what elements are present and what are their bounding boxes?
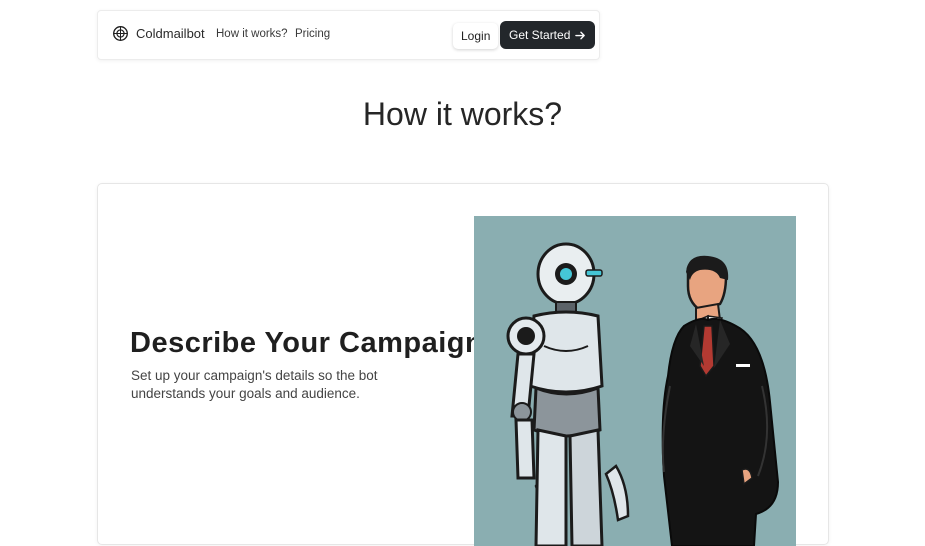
nav-link-how-it-works[interactable]: How it works? — [216, 28, 288, 40]
section-title: How it works? — [362, 96, 563, 132]
bot-head-icon — [113, 26, 128, 41]
robot-figure — [506, 242, 630, 546]
get-started-button[interactable]: Get Started — [500, 21, 596, 49]
login-button[interactable]: Login — [453, 23, 499, 49]
arrow-right-icon — [575, 31, 586, 39]
login-button-label: Login — [461, 29, 491, 43]
robot-and-businessman-illustration — [474, 216, 796, 546]
brand-name: Coldmailbot — [136, 26, 205, 41]
feature-title: Describe Your Campaign — [130, 327, 484, 359]
nav-link-pricing[interactable]: Pricing — [295, 28, 330, 40]
top-navbar: Coldmailbot How it works? Pricing Login … — [97, 10, 600, 60]
businessman-figure — [661, 255, 780, 546]
feature-description: Set up your campaign's details so the bo… — [131, 368, 378, 401]
brand-logo[interactable]: Coldmailbot — [112, 25, 205, 42]
feature-card: Describe Your Campaign Set up your campa… — [97, 183, 829, 546]
get-started-label: Get Started — [509, 28, 571, 42]
